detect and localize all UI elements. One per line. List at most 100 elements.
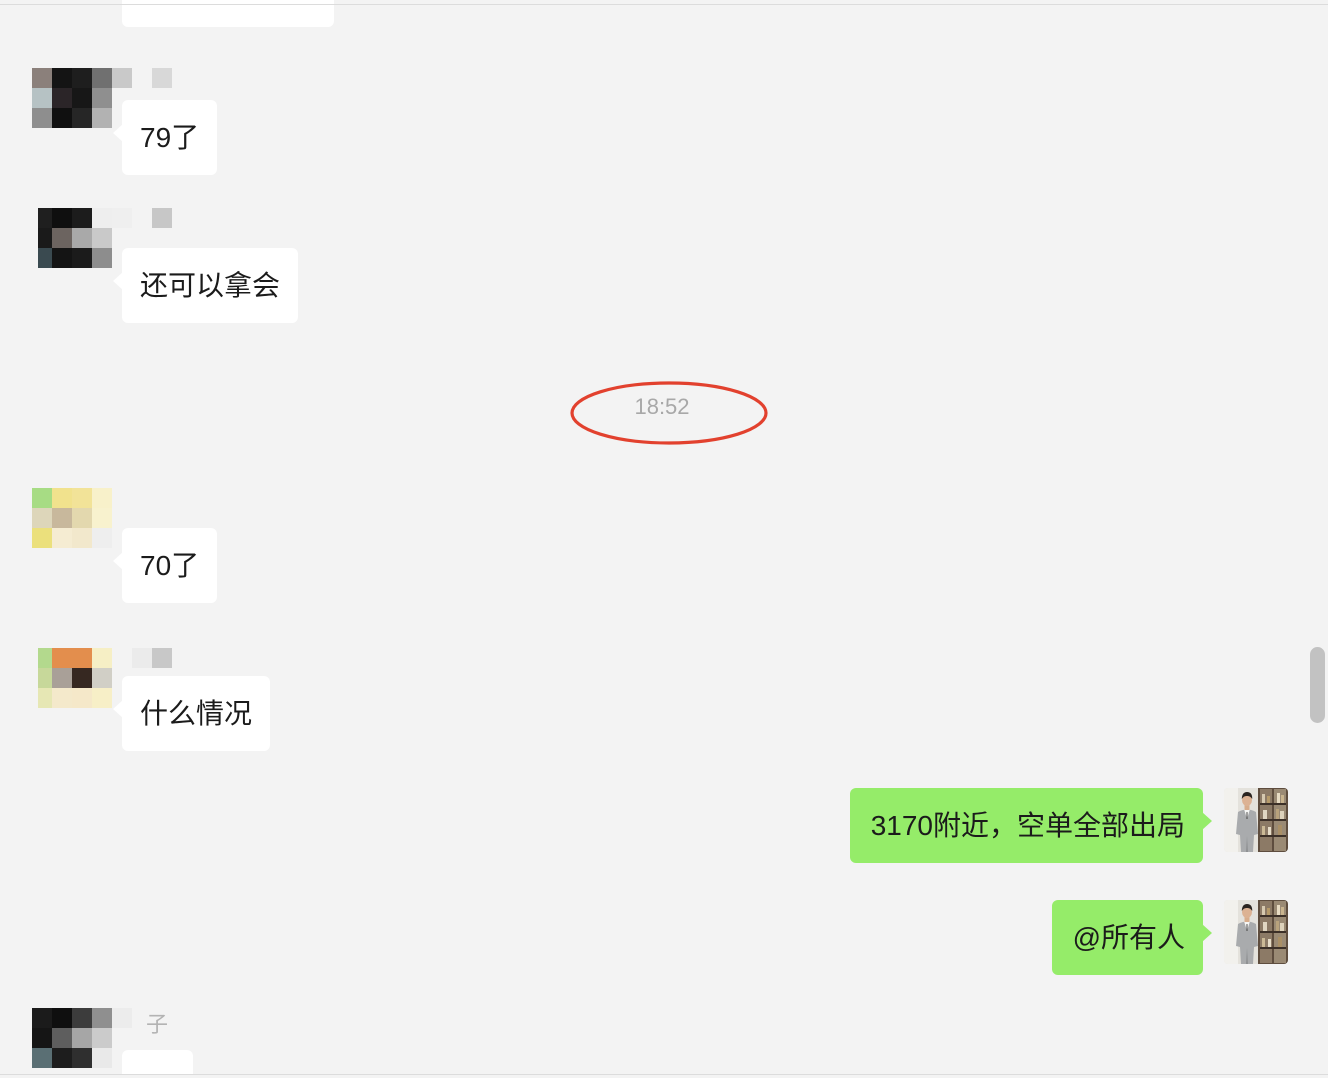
mosaic-cell [92,1008,112,1028]
mosaic-cell [32,1008,52,1028]
message-bubble[interactable]: 什么情况 [112,676,271,751]
message-text: 3170附近，空单全部出局 [870,810,1185,841]
mosaic-cell [32,88,52,108]
window-top-divider [0,4,1328,5]
sender-avatar-pixelated[interactable] [38,648,112,708]
mosaic-cell [32,508,52,528]
mosaic-cell [72,1028,92,1048]
mosaic-cell [132,208,152,228]
mosaic-cell [72,1048,92,1068]
outgoing-message-bubble[interactable]: 3170附近，空单全部出局 [849,788,1213,863]
mosaic-cell [38,648,52,668]
mosaic-cell [92,1028,112,1048]
mosaic-cell [92,208,112,228]
mosaic-cell [112,208,132,228]
user-photo-icon [1224,900,1288,964]
mosaic-cell [52,668,72,688]
mosaic-cell [72,688,92,708]
mosaic-cell [72,88,92,108]
mosaic-cell [52,88,72,108]
user-photo-icon [1224,788,1288,852]
mosaic-cell [72,668,92,688]
mosaic-cell [92,228,112,248]
mosaic-cell [32,68,52,88]
mosaic-cell [132,648,152,668]
mosaic-cell [72,508,92,528]
mosaic-cell [92,688,112,708]
mosaic-cell [52,1008,72,1028]
mosaic-cell [72,248,92,268]
mosaic-cell [72,68,92,88]
mosaic-cell [152,208,172,228]
mosaic-cell [38,208,52,228]
mosaic-cell [52,248,72,268]
sender-name-pixelated [112,68,172,88]
mosaic-cell [92,488,112,508]
message-bubble-partial[interactable] [122,1050,193,1074]
mosaic-cell [38,228,52,248]
mosaic-cell [52,528,72,548]
sender-name-pixelated [112,208,172,228]
mosaic-cell [72,228,92,248]
mosaic-cell [52,1028,72,1048]
mosaic-cell [38,668,52,688]
mosaic-cell [32,1028,52,1048]
message-bubble[interactable]: 还可以拿会 [112,248,299,323]
sender-avatar-pixelated[interactable] [38,208,112,268]
message-text: 还可以拿会 [140,270,281,301]
mosaic-cell [52,1048,72,1068]
mosaic-cell [72,648,92,668]
mosaic-cell [52,488,72,508]
self-avatar[interactable] [1224,900,1288,964]
mosaic-cell [32,108,52,128]
window-bottom-divider [0,1074,1328,1075]
outgoing-message-bubble[interactable]: @所有人 [1051,900,1213,975]
mosaic-cell [32,528,52,548]
mosaic-cell [72,488,92,508]
mosaic-cell [112,648,132,668]
message-text: 什么情况 [140,698,253,729]
mosaic-cell [52,648,72,668]
mosaic-cell [132,68,152,88]
mosaic-cell [92,508,112,528]
sender-avatar-pixelated[interactable] [32,1008,112,1068]
mosaic-cell [52,208,72,228]
mosaic-cell [52,508,72,528]
scrollbar-thumb[interactable] [1310,647,1325,723]
message-text: @所有人 [1072,922,1185,953]
mosaic-cell [92,668,112,688]
mosaic-cell [52,228,72,248]
mosaic-cell [32,488,52,508]
mosaic-cell [92,248,112,268]
mosaic-cell [72,528,92,548]
mosaic-cell [92,648,112,668]
message-text: 70了 [140,550,200,581]
mosaic-cell [52,108,72,128]
mosaic-cell [38,248,52,268]
mosaic-cell [32,1048,52,1068]
mosaic-cell [92,528,112,548]
mosaic-cell [152,68,172,88]
mosaic-cell [152,648,172,668]
message-bubble[interactable]: 70了 [112,528,218,603]
annotation-ellipse [570,381,768,445]
sender-avatar-pixelated[interactable] [32,488,112,548]
sender-name: 子 [146,1012,169,1037]
mosaic-cell [72,1008,92,1028]
mosaic-cell [52,688,72,708]
mosaic-cell [38,688,52,708]
mosaic-cell [72,108,92,128]
sender-avatar-pixelated[interactable] [32,68,112,128]
mosaic-cell [92,1048,112,1068]
sender-name-pixelated [112,648,172,668]
mosaic-cell [92,108,112,128]
self-avatar[interactable] [1224,788,1288,852]
mosaic-cell [112,1008,132,1028]
sender-name-pixelated [112,1008,132,1028]
mosaic-cell [92,68,112,88]
message-text: 79了 [140,122,200,153]
mosaic-cell [92,88,112,108]
mosaic-cell [52,68,72,88]
mosaic-cell [72,208,92,228]
message-bubble[interactable]: 79了 [112,100,218,175]
